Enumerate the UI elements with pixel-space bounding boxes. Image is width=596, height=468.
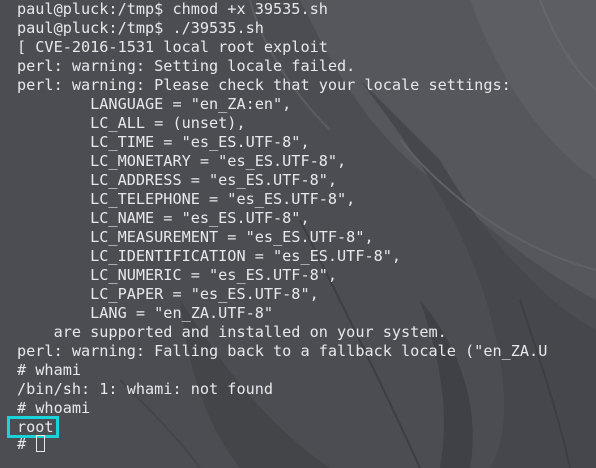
terminal-line: LC_IDENTIFICATION = "es_ES.UTF-8", [17,247,402,265]
terminal-line: LANGUAGE = "en_ZA:en", [17,95,292,113]
terminal-line: perl: warning: Please check that your lo… [17,76,511,94]
terminal-line: LC_ADDRESS = "es_ES.UTF-8", [17,171,338,189]
terminal-line: LANG = "en_ZA.UTF-8" [17,304,274,322]
terminal-line: LC_TIME = "es_ES.UTF-8", [17,133,310,151]
terminal-line: LC_MEASUREMENT = "es_ES.UTF-8", [17,228,374,246]
terminal-line: # whami [17,361,82,379]
terminal-line: LC_NAME = "es_ES.UTF-8", [17,209,310,227]
terminal-line: /bin/sh: 1: whami: not found [17,380,274,398]
terminal-window[interactable]: paul@pluck:/tmp$ chmod +x 39535.sh paul@p… [0,0,596,468]
prompt-line[interactable]: # [17,435,46,454]
terminal-line: LC_PAPER = "es_ES.UTF-8", [17,285,319,303]
terminal-line: LC_ALL = (unset), [17,114,246,132]
terminal-line: LC_TELEPHONE = "es_ES.UTF-8", [17,190,356,208]
terminal-line: paul@pluck:/tmp$ ./39535.sh [17,19,264,37]
terminal-line: perl: warning: Falling back to a fallbac… [17,342,548,360]
terminal-line: LC_NUMERIC = "es_ES.UTF-8", [17,266,338,284]
text-cursor [36,435,46,452]
terminal-line: are supported and installed on your syst… [17,323,447,341]
terminal-line: perl: warning: Setting locale failed. [17,57,356,75]
terminal-line: [ CVE-2016-1531 local root exploit [17,38,328,56]
terminal-line: paul@pluck:/tmp$ chmod +x 39535.sh [17,0,328,18]
terminal-output: paul@pluck:/tmp$ chmod +x 39535.sh paul@p… [0,0,596,468]
shell-prompt: # [17,435,36,453]
terminal-line: LC_MONETARY = "es_ES.UTF-8", [17,152,347,170]
